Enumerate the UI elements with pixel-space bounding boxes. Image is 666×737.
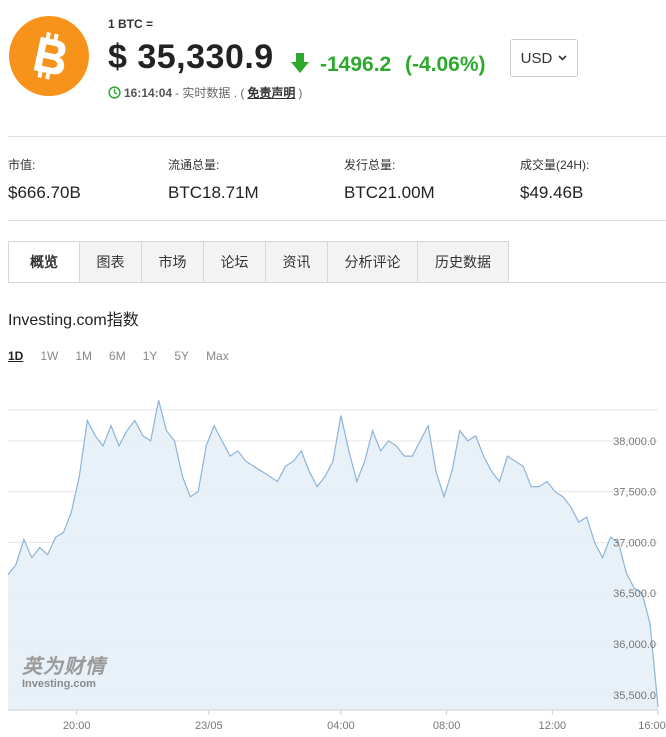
x-tick-label: 12:00	[539, 720, 567, 732]
investing-watermark-logo: 英为财情 Investing.com	[22, 656, 106, 690]
stat-label: 流通总量:	[168, 158, 220, 172]
stat-market-cap: 市值: $666.70B	[8, 156, 81, 203]
price-chart[interactable]: 38,000.0 37,500.0 37,000.0 36,500.0 36,000.0…	[8, 375, 666, 737]
y-tick-label: 35,500.0	[613, 690, 656, 702]
y-tick-label: 37,000.0	[613, 537, 656, 549]
range-5y[interactable]: 5Y	[174, 349, 189, 363]
btc-quote-page: 1 BTC = $ 35,330.9 -1496.2 (-4.06%) 16:1…	[0, 0, 666, 737]
unit-label: 1 BTC =	[108, 17, 154, 31]
range-1y[interactable]: 1Y	[143, 349, 158, 363]
price-change-percent: (-4.06%)	[405, 53, 486, 76]
x-tick-label: 20:00	[63, 720, 91, 732]
chart-title: Investing.com指数	[8, 312, 139, 329]
currency-dropdown[interactable]: USD	[510, 39, 578, 77]
x-tick-label: 08:00	[433, 720, 461, 732]
current-price: $ 35,330.9	[108, 38, 274, 76]
x-tick-label: 16:00	[638, 720, 666, 732]
stat-label: 市值:	[8, 158, 36, 172]
stat-value: BTC18.71M	[168, 183, 259, 202]
section-tabs: 概览 图表 市场 论坛 资讯 分析评论 历史数据	[8, 241, 509, 283]
y-tick-label: 36,500.0	[613, 588, 656, 600]
update-time-row: 16:14:04 - 实时数据 . ( 免责声明 )	[108, 84, 302, 101]
range-6m[interactable]: 6M	[109, 349, 126, 363]
stats-divider	[8, 220, 666, 221]
clock-icon	[108, 86, 121, 99]
stat-value: $49.46B	[520, 183, 584, 202]
tab-overview[interactable]: 概览	[8, 241, 80, 283]
y-tick-label: 38,000.0	[613, 436, 656, 448]
watermark-en: Investing.com	[22, 678, 96, 690]
currency-value: USD	[520, 49, 553, 67]
tab-charts[interactable]: 图表	[80, 241, 142, 283]
bitcoin-logo-icon	[9, 16, 89, 96]
close-paren: )	[298, 85, 303, 100]
stat-volume-24h: 成交量(24H): $49.46B	[520, 156, 589, 203]
realtime-label: - 实时数据 . (	[175, 86, 245, 100]
y-tick-label: 36,000.0	[613, 639, 656, 651]
stat-label: 发行总量:	[344, 158, 396, 172]
tab-historical-data[interactable]: 历史数据	[418, 241, 509, 283]
stat-value: BTC21.00M	[344, 183, 435, 202]
stat-circulating-supply: 流通总量: BTC18.71M	[168, 156, 259, 203]
watermark-cn: 英为财情	[22, 656, 106, 678]
stats-row: 市值: $666.70B 流通总量: BTC18.71M 发行总量: BTC21…	[8, 136, 666, 220]
stat-max-supply: 发行总量: BTC21.00M	[344, 156, 435, 203]
tab-analysis[interactable]: 分析评论	[328, 241, 418, 283]
range-max[interactable]: Max	[206, 349, 229, 363]
stat-value: $666.70B	[8, 183, 81, 202]
price-chart-svg: 38,000.0 37,500.0 37,000.0 36,500.0 36,000.0…	[8, 400, 666, 732]
chevron-down-icon	[558, 55, 567, 61]
range-1w[interactable]: 1W	[40, 349, 58, 363]
y-tick-label: 37,500.0	[613, 487, 656, 499]
tabs-baseline	[8, 282, 666, 283]
update-time: 16:14:04	[124, 85, 173, 100]
disclaimer-link[interactable]: 免责声明	[247, 84, 295, 101]
range-1m[interactable]: 1M	[75, 349, 92, 363]
arrow-down-icon	[291, 53, 309, 73]
tab-forum[interactable]: 论坛	[204, 241, 266, 283]
price-change-absolute: -1496.2	[320, 53, 392, 76]
stat-label: 成交量(24H):	[520, 158, 590, 172]
quote-header: 1 BTC = $ 35,330.9 -1496.2 (-4.06%) 16:1…	[0, 0, 666, 120]
tab-markets[interactable]: 市场	[142, 241, 204, 283]
range-selector: 1D 1W 1M 6M 1Y 5Y Max	[8, 349, 246, 363]
tab-news[interactable]: 资讯	[266, 241, 328, 283]
x-tick-label: 23/05	[195, 720, 223, 732]
range-1d[interactable]: 1D	[8, 349, 23, 363]
x-tick-label: 04:00	[327, 720, 355, 732]
